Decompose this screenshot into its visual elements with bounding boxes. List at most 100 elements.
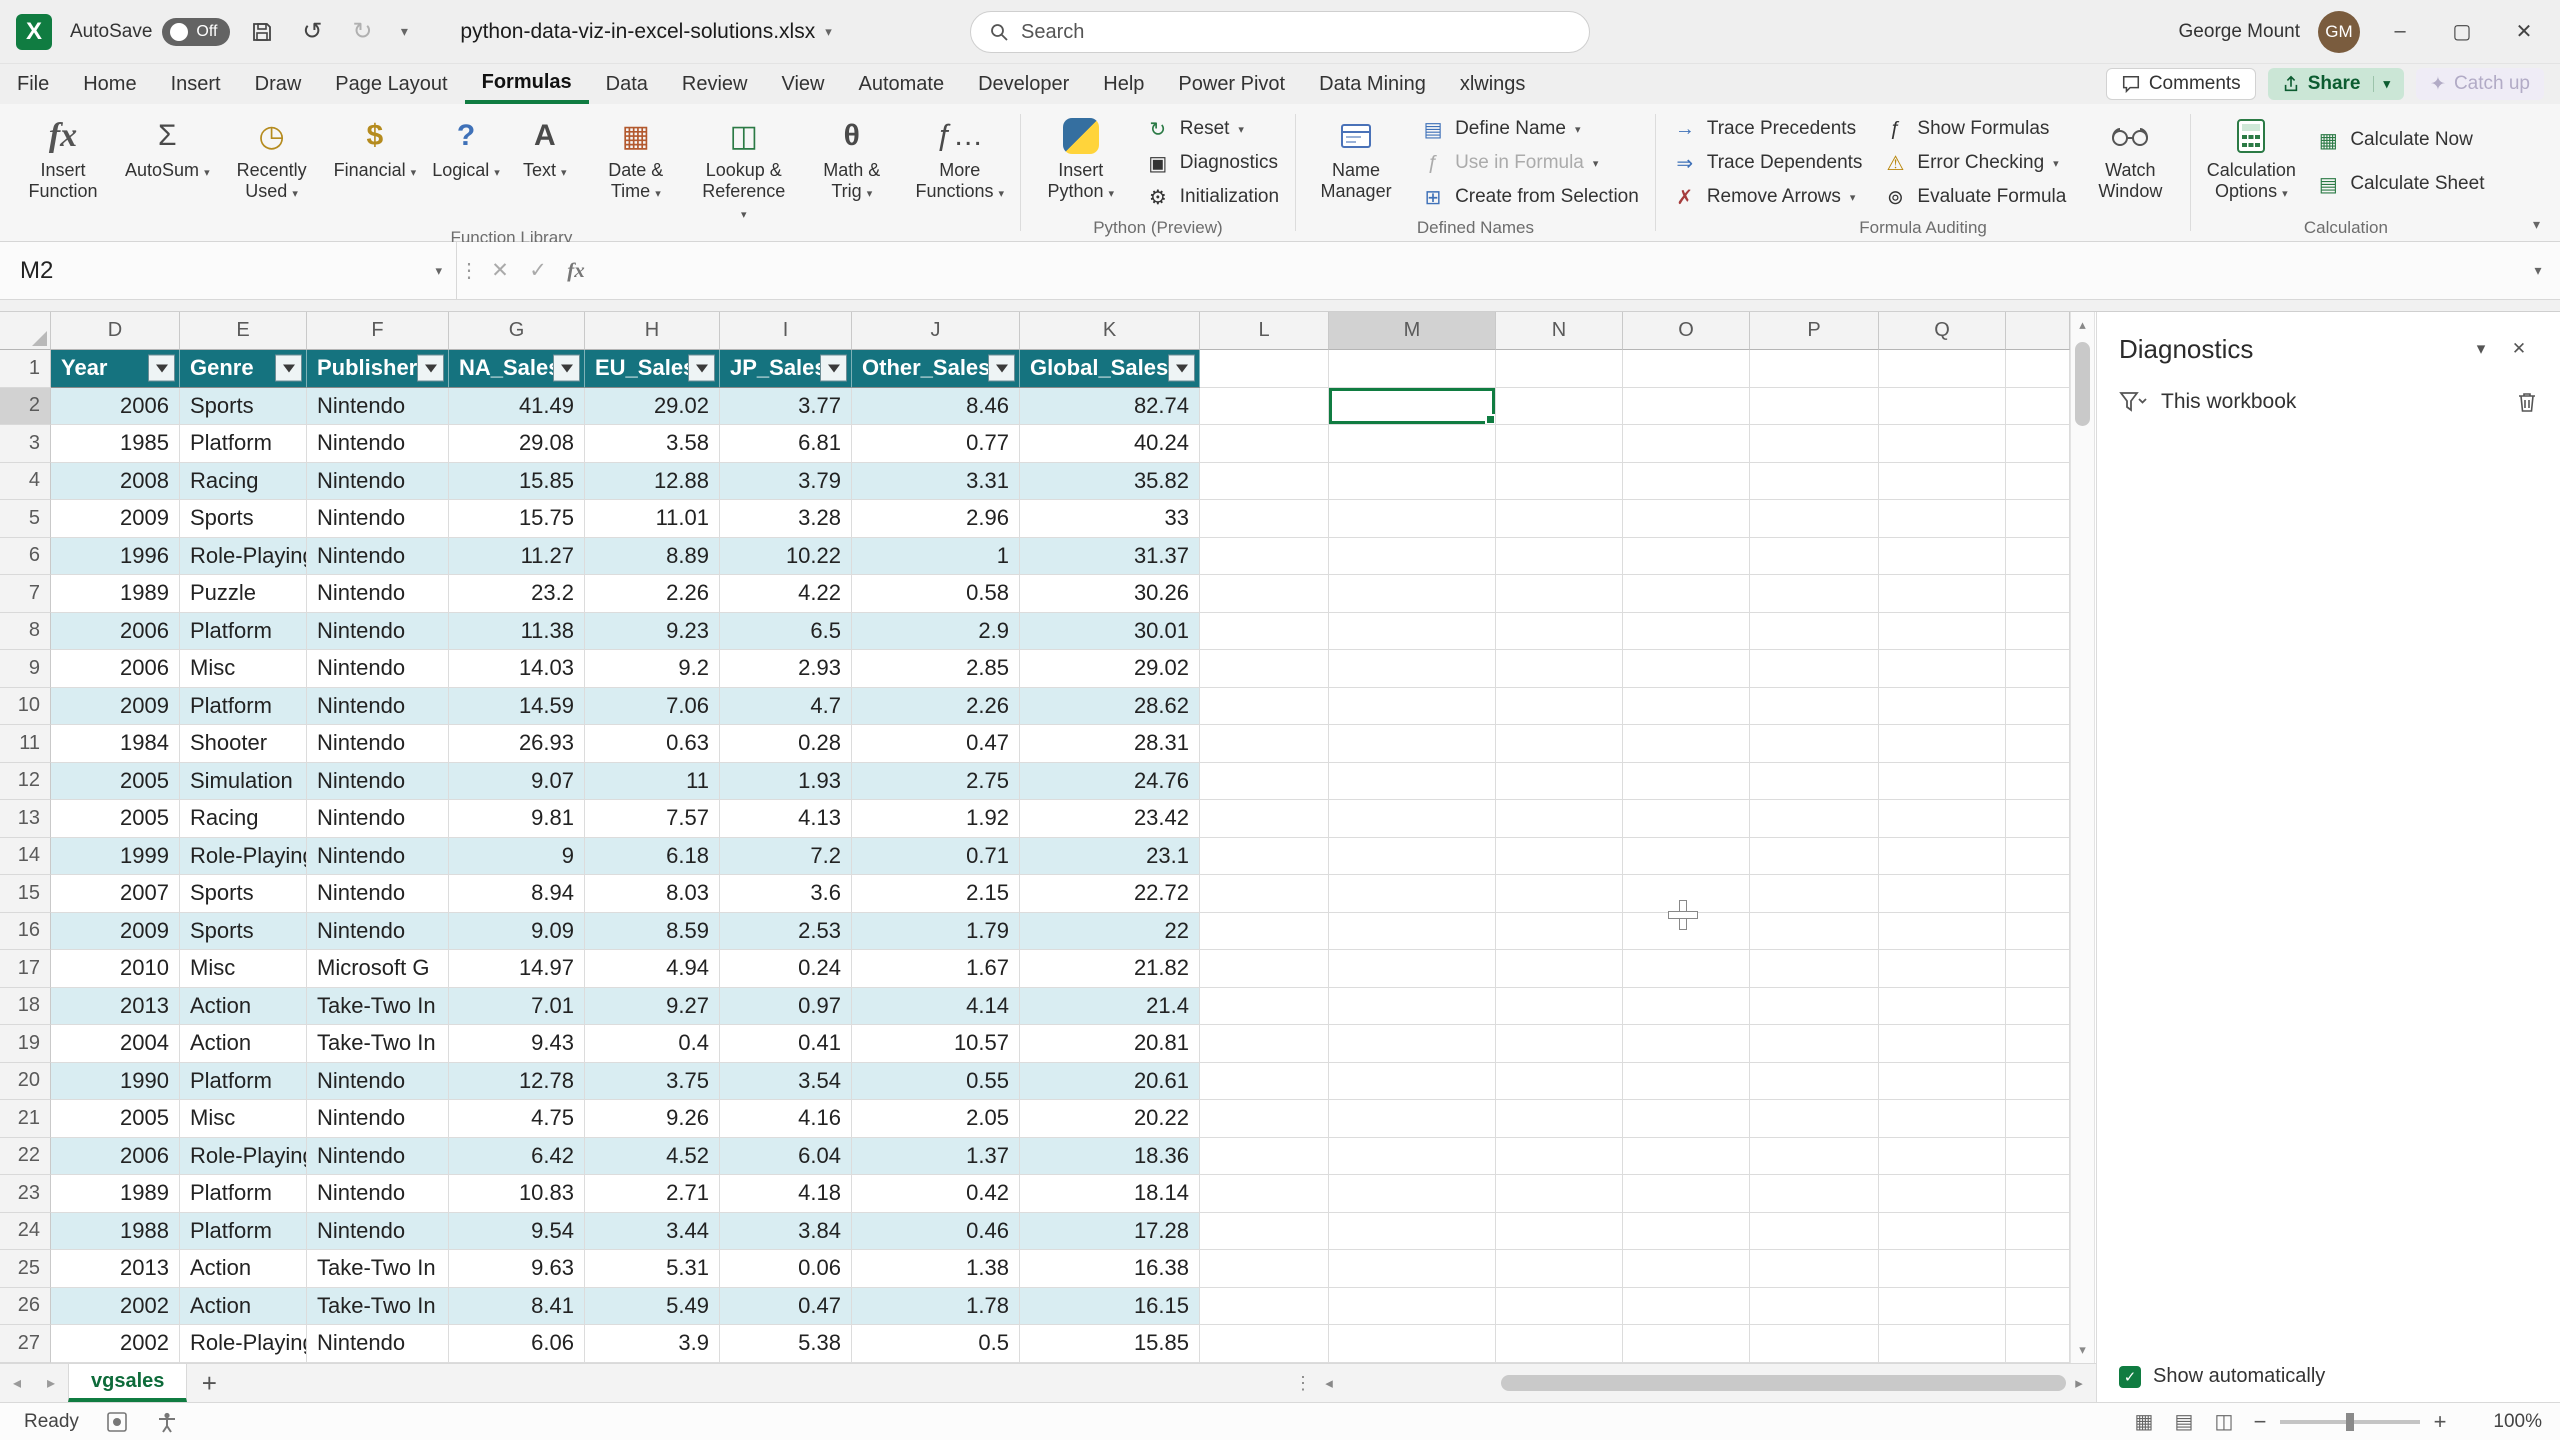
cell[interactable]: 9.63 bbox=[449, 1250, 585, 1288]
select-all-button[interactable] bbox=[0, 312, 51, 350]
macro-record-icon[interactable] bbox=[105, 1410, 129, 1434]
cell[interactable] bbox=[1200, 838, 1329, 876]
cell[interactable]: 1996 bbox=[51, 538, 180, 576]
cell[interactable] bbox=[1329, 1325, 1496, 1363]
cell[interactable] bbox=[1623, 463, 1750, 501]
column-header-K[interactable]: K bbox=[1020, 312, 1200, 350]
cell[interactable] bbox=[1496, 988, 1623, 1026]
cell[interactable] bbox=[1200, 350, 1329, 388]
cell[interactable]: 8.59 bbox=[585, 913, 720, 951]
cell[interactable]: 2013 bbox=[51, 988, 180, 1026]
cell[interactable] bbox=[1750, 350, 1879, 388]
cell[interactable]: Take-Two In bbox=[307, 988, 449, 1026]
cell[interactable] bbox=[1329, 650, 1496, 688]
cell[interactable]: 5.49 bbox=[585, 1288, 720, 1326]
cell[interactable]: Nintendo bbox=[307, 1325, 449, 1363]
cell[interactable] bbox=[1496, 1175, 1623, 1213]
cell[interactable] bbox=[1329, 1250, 1496, 1288]
cell[interactable]: 29.08 bbox=[449, 425, 585, 463]
cell[interactable] bbox=[1200, 1025, 1329, 1063]
cell[interactable]: 0.5 bbox=[852, 1325, 1020, 1363]
cell[interactable] bbox=[1879, 1025, 2006, 1063]
cell[interactable]: Nintendo bbox=[307, 613, 449, 651]
cell[interactable]: 1988 bbox=[51, 1213, 180, 1251]
cell[interactable]: 8.46 bbox=[852, 388, 1020, 426]
column-header-N[interactable]: N bbox=[1496, 312, 1623, 350]
row-header[interactable]: 26 bbox=[0, 1288, 51, 1326]
row-header[interactable]: 11 bbox=[0, 725, 51, 763]
cell[interactable] bbox=[2006, 913, 2070, 951]
redo-button[interactable]: ↻ bbox=[344, 14, 380, 50]
cell[interactable]: 0.71 bbox=[852, 838, 1020, 876]
cell[interactable]: Nintendo bbox=[307, 575, 449, 613]
share-chevron-icon[interactable]: ▾ bbox=[2373, 76, 2391, 92]
cell[interactable]: 1984 bbox=[51, 725, 180, 763]
cell[interactable] bbox=[1750, 613, 1879, 651]
row-header[interactable]: 23 bbox=[0, 1175, 51, 1213]
column-header-J[interactable]: J bbox=[852, 312, 1020, 350]
filter-button[interactable] bbox=[1168, 355, 1195, 382]
cell[interactable] bbox=[1623, 1063, 1750, 1101]
cell[interactable] bbox=[1750, 1025, 1879, 1063]
cell[interactable]: 10.83 bbox=[449, 1175, 585, 1213]
comments-button[interactable]: Comments bbox=[2106, 68, 2256, 100]
cell[interactable]: Shooter bbox=[180, 725, 307, 763]
cell[interactable]: 1999 bbox=[51, 838, 180, 876]
cell[interactable]: 26.93 bbox=[449, 725, 585, 763]
reset-button[interactable]: ↻Reset▾ bbox=[1136, 112, 1288, 146]
column-header-E[interactable]: E bbox=[180, 312, 307, 350]
formula-bar-expand-chevron-icon[interactable]: ▾ bbox=[2516, 262, 2560, 279]
cell[interactable] bbox=[1329, 950, 1496, 988]
math-trig-button[interactable]: θ Math & Trig ▾ bbox=[799, 108, 905, 207]
show-formulas-button[interactable]: ƒShow Formulas bbox=[1873, 112, 2075, 146]
cell[interactable]: 2009 bbox=[51, 688, 180, 726]
cell[interactable] bbox=[2006, 1175, 2070, 1213]
cell[interactable] bbox=[1750, 1138, 1879, 1176]
cell[interactable] bbox=[1329, 1138, 1496, 1176]
define-name-button[interactable]: ▤Define Name▾ bbox=[1411, 112, 1648, 146]
cell[interactable] bbox=[1329, 988, 1496, 1026]
cell[interactable]: 2.26 bbox=[852, 688, 1020, 726]
panel-chevron-icon[interactable]: ▾ bbox=[2462, 332, 2500, 366]
cell[interactable]: Microsoft G bbox=[307, 950, 449, 988]
save-button[interactable] bbox=[244, 14, 280, 50]
cell[interactable]: 2010 bbox=[51, 950, 180, 988]
cell[interactable]: 29.02 bbox=[585, 388, 720, 426]
row-header[interactable]: 25 bbox=[0, 1250, 51, 1288]
cell[interactable] bbox=[2006, 1213, 2070, 1251]
filter-button[interactable] bbox=[417, 355, 444, 382]
row-header[interactable]: 17 bbox=[0, 950, 51, 988]
cell[interactable]: 2008 bbox=[51, 463, 180, 501]
tab-developer[interactable]: Developer bbox=[961, 64, 1086, 104]
cell[interactable]: 2007 bbox=[51, 875, 180, 913]
name-manager-button[interactable]: Name Manager bbox=[1303, 108, 1409, 204]
cell[interactable]: Sports bbox=[180, 913, 307, 951]
row-header[interactable]: 3 bbox=[0, 425, 51, 463]
cell[interactable] bbox=[1623, 1175, 1750, 1213]
cell[interactable] bbox=[1750, 500, 1879, 538]
cell[interactable] bbox=[1623, 988, 1750, 1026]
cell[interactable]: 0.47 bbox=[852, 725, 1020, 763]
cell[interactable]: 5.38 bbox=[720, 1325, 852, 1363]
cell[interactable] bbox=[1496, 425, 1623, 463]
cell[interactable] bbox=[1200, 425, 1329, 463]
cell[interactable]: 0.24 bbox=[720, 950, 852, 988]
cell[interactable]: 16.15 bbox=[1020, 1288, 1200, 1326]
cell[interactable]: Platform bbox=[180, 1213, 307, 1251]
cell[interactable]: 11.01 bbox=[585, 500, 720, 538]
cell[interactable] bbox=[1623, 1325, 1750, 1363]
cell[interactable]: Take-Two In bbox=[307, 1025, 449, 1063]
cell[interactable] bbox=[1623, 650, 1750, 688]
undo-button[interactable]: ↺ bbox=[294, 14, 330, 50]
cell[interactable]: Misc bbox=[180, 1100, 307, 1138]
cell[interactable] bbox=[1879, 613, 2006, 651]
cell[interactable]: 23.1 bbox=[1020, 838, 1200, 876]
cell[interactable] bbox=[1623, 1213, 1750, 1251]
row-header[interactable]: 24 bbox=[0, 1213, 51, 1251]
cell[interactable]: 12.78 bbox=[449, 1063, 585, 1101]
cell[interactable]: 2006 bbox=[51, 650, 180, 688]
cell[interactable]: 0.63 bbox=[585, 725, 720, 763]
table-header-eu_sales[interactable]: EU_Sales bbox=[585, 350, 720, 388]
cell[interactable]: 2006 bbox=[51, 388, 180, 426]
cell[interactable]: 2002 bbox=[51, 1325, 180, 1363]
